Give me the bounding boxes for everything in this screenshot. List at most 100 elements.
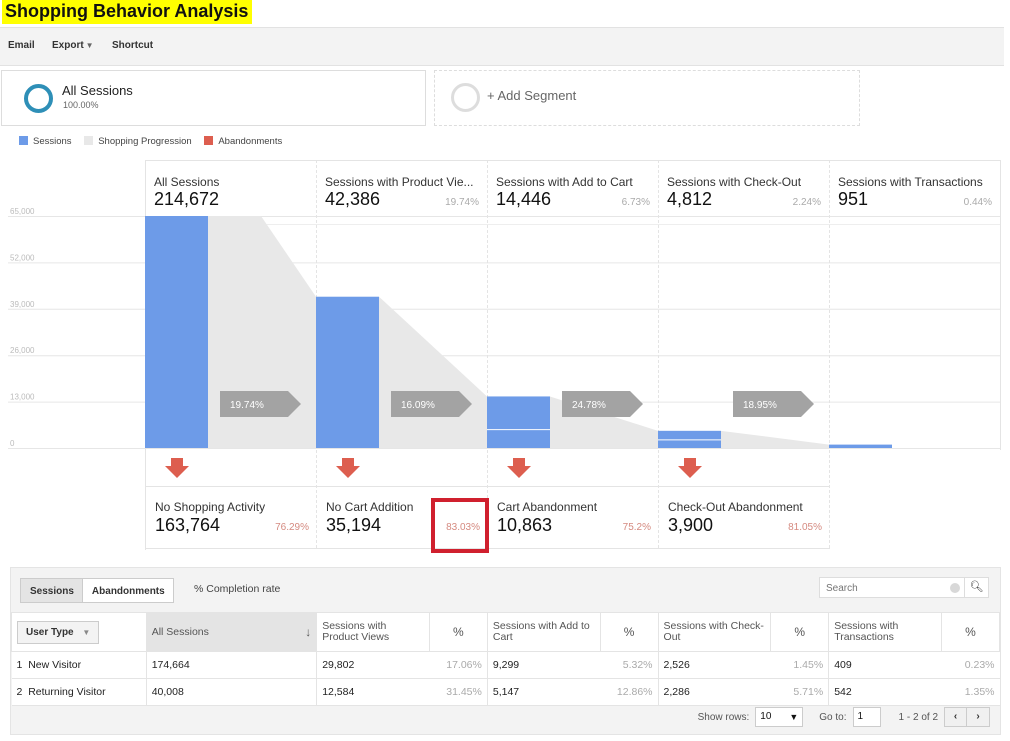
segment-name: All Sessions bbox=[62, 83, 133, 98]
completion-rate-toggle[interactable]: % Completion rate bbox=[194, 583, 280, 595]
cell: 409 bbox=[828, 651, 942, 679]
metric-tabs: Sessions Abandonments bbox=[20, 578, 174, 603]
progression-area bbox=[721, 430, 829, 448]
search-box: 🔍︎ bbox=[819, 577, 989, 598]
sort-arrow-icon: ↓ bbox=[305, 624, 312, 639]
y-tick-label: 65,000 bbox=[10, 207, 35, 216]
col-product-views[interactable]: Sessions with Product Views bbox=[316, 612, 430, 652]
progression-label: 18.95% bbox=[743, 400, 777, 411]
table-row: 2 Returning Visitor 40,008 12,584 31.45%… bbox=[11, 678, 1000, 706]
clear-search-icon[interactable] bbox=[950, 583, 960, 593]
session-bar bbox=[316, 296, 379, 448]
segment-all-sessions[interactable]: All Sessions 100.00% bbox=[1, 70, 426, 126]
tab-sessions[interactable]: Sessions bbox=[21, 579, 83, 602]
cell-pct: 0.23% bbox=[941, 651, 1000, 679]
row-dimension: 1 New Visitor bbox=[11, 651, 147, 679]
caret-down-icon: ▼ bbox=[85, 41, 94, 50]
cell: 9,299 bbox=[486, 651, 601, 679]
col-transactions[interactable]: Sessions with Transactions bbox=[828, 612, 942, 652]
cell: 40,008 bbox=[145, 678, 317, 706]
abandon-percent: 75.2% bbox=[622, 522, 651, 533]
abandon-check-out[interactable]: Check-Out Abandonment 3,900 81.05% bbox=[659, 487, 830, 549]
cell: 12,584 bbox=[316, 678, 430, 706]
cell-pct: 31.45% bbox=[429, 678, 488, 706]
next-page-icon[interactable]: › bbox=[967, 708, 989, 726]
legend-label: Abandonments bbox=[218, 136, 283, 147]
row-dimension: 2 Returning Visitor bbox=[11, 678, 147, 706]
table-header-row: User Type ▼ All Sessions ↓ Sessions with … bbox=[11, 612, 1000, 652]
tab-abandonments[interactable]: Abandonments bbox=[83, 579, 173, 602]
col-pct[interactable]: % bbox=[428, 612, 488, 652]
col-add-to-cart[interactable]: Sessions with Add to Cart bbox=[486, 612, 601, 652]
stage-value: 951 bbox=[838, 189, 869, 209]
legend-label: Shopping Progression bbox=[98, 136, 192, 147]
page-title: Shopping Behavior Analysis bbox=[2, 0, 253, 24]
legend-swatch bbox=[204, 136, 214, 145]
col-all-sessions[interactable]: All Sessions ↓ bbox=[145, 612, 318, 652]
row-user-type[interactable]: New Visitor bbox=[28, 659, 81, 671]
abandonment-arrow-icon bbox=[507, 458, 531, 478]
progression-label: 24.78% bbox=[572, 400, 606, 411]
legend-item-progression: Shopping Progression bbox=[84, 136, 192, 147]
export-button[interactable]: Export ▼ bbox=[52, 40, 94, 51]
prev-page-icon[interactable]: ‹ bbox=[945, 708, 967, 726]
show-rows-label: Show rows: bbox=[697, 711, 750, 723]
abandon-value: 10,863 bbox=[497, 515, 553, 535]
stage-label: Sessions with Check-Out bbox=[667, 175, 802, 189]
row-user-type[interactable]: Returning Visitor bbox=[28, 686, 105, 698]
show-rows-select[interactable]: 10 ▼ bbox=[755, 707, 804, 727]
progression-area bbox=[379, 296, 487, 448]
cell: 174,664 bbox=[145, 651, 317, 679]
shortcut-button[interactable]: Shortcut bbox=[112, 40, 153, 51]
email-button[interactable]: Email bbox=[8, 40, 35, 51]
abandonment-arrow-icon bbox=[165, 458, 189, 478]
stage-percent: 2.24% bbox=[792, 197, 821, 208]
dropdown-arrow-icon: ▼ bbox=[789, 712, 799, 722]
abandon-no-shopping[interactable]: No Shopping Activity 163,764 76.29% bbox=[146, 487, 317, 549]
table-row: 1 New Visitor 174,664 29,802 17.06% 9,29… bbox=[11, 651, 1000, 679]
cell-pct: 5.32% bbox=[600, 651, 659, 679]
legend-item-sessions: Sessions bbox=[19, 136, 72, 147]
legend-label: Sessions bbox=[33, 136, 72, 147]
abandon-percent: 81.05% bbox=[788, 522, 822, 533]
col-pct[interactable]: % bbox=[599, 612, 659, 652]
stage-all-sessions[interactable]: All Sessions 214,672 bbox=[145, 160, 316, 224]
session-bar bbox=[829, 444, 892, 448]
add-segment-button[interactable]: + Add Segment bbox=[434, 70, 860, 126]
stage-label: All Sessions bbox=[154, 175, 220, 189]
cell: 542 bbox=[828, 678, 942, 706]
search-input[interactable] bbox=[824, 579, 944, 598]
cell: 2,286 bbox=[657, 678, 771, 706]
abandonment-arrow-icon bbox=[678, 458, 702, 478]
abandon-cart[interactable]: Cart Abandonment 10,863 75.2% bbox=[488, 487, 659, 549]
caret-down-icon: ▼ bbox=[82, 627, 91, 637]
stage-product-views[interactable]: Sessions with Product Vie... 42,386 19.7… bbox=[316, 160, 487, 224]
legend-swatch bbox=[84, 136, 94, 145]
abandonment-arrow-icon bbox=[336, 458, 360, 478]
goto-input[interactable]: 1 bbox=[852, 707, 881, 727]
abandon-label: Cart Abandonment bbox=[497, 500, 598, 514]
stage-percent: 0.44% bbox=[963, 197, 992, 208]
stage-transactions[interactable]: Sessions with Transactions 951 0.44% bbox=[829, 160, 1000, 224]
abandon-value: 163,764 bbox=[155, 515, 221, 535]
y-tick-label: 0 bbox=[10, 439, 15, 448]
col-pct[interactable]: % bbox=[941, 612, 1000, 652]
dimension-select[interactable]: User Type ▼ bbox=[17, 620, 100, 644]
cell-pct: 17.06% bbox=[429, 651, 488, 679]
stage-add-to-cart[interactable]: Sessions with Add to Cart 14,446 6.73% bbox=[487, 160, 658, 224]
legend-swatch bbox=[19, 136, 28, 145]
session-bar bbox=[487, 396, 550, 448]
toolbar: Email Export ▼ Shortcut bbox=[0, 27, 1004, 66]
table-footer: Show rows: 10 ▼ Go to: 1 1 - 2 of 2 ‹ › bbox=[698, 707, 990, 727]
segment-percent: 100.00% bbox=[63, 100, 99, 110]
stage-value: 42,386 bbox=[325, 189, 381, 209]
data-table: User Type ▼ All Sessions ↓ Sessions with … bbox=[11, 612, 1000, 706]
col-check-out[interactable]: Sessions with Check-Out bbox=[657, 612, 772, 652]
stage-value: 4,812 bbox=[667, 189, 713, 209]
progression-label: 16.09% bbox=[401, 400, 435, 411]
abandon-value: 3,900 bbox=[668, 515, 714, 535]
stage-check-out[interactable]: Sessions with Check-Out 4,812 2.24% bbox=[658, 160, 829, 224]
abandon-percent: 76.29% bbox=[275, 522, 309, 533]
search-icon[interactable]: 🔍︎ bbox=[964, 578, 988, 597]
col-pct[interactable]: % bbox=[770, 612, 830, 652]
